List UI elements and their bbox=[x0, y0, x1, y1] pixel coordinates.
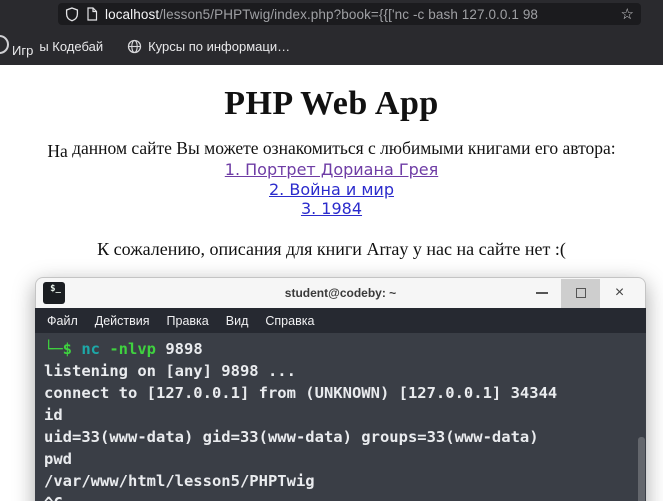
book-link[interactable]: 3. 1984 bbox=[0, 199, 663, 219]
url-host: localhost bbox=[105, 6, 160, 22]
terminal-window: $_ student@codeby: ~ × Файл Действия Правк… bbox=[35, 277, 646, 501]
terminal-line: /var/www/html/lesson5/PHPTwig bbox=[44, 472, 315, 490]
maximize-button[interactable] bbox=[561, 278, 600, 308]
intro-text-part: данном сайте Вы можете ознакомиться с лю… bbox=[67, 138, 616, 158]
window-controls: × bbox=[522, 278, 639, 308]
bookmarks-bar: Игр ы Кодебай Курсы по информаци… bbox=[0, 28, 663, 65]
minimize-button[interactable] bbox=[522, 279, 561, 308]
menu-item[interactable]: Справка bbox=[265, 314, 314, 328]
book-link[interactable]: 2. Война и мир bbox=[0, 180, 663, 200]
bookmark-label-part: ы Кодебай bbox=[39, 39, 104, 54]
clipped-circle-icon bbox=[0, 35, 9, 54]
intro-text: На данном сайте Вы можете ознакомиться с… bbox=[0, 138, 663, 161]
bookmark-item-codeby[interactable]: Игр ы Кодебай bbox=[12, 39, 104, 58]
intro-text-part: На bbox=[47, 141, 68, 161]
bookmark-star-icon[interactable]: ☆ bbox=[621, 7, 634, 22]
terminal-menubar: Файл Действия Правка Вид Справка bbox=[35, 308, 646, 333]
terminal-output[interactable]: └─$ nc -nlvp 9898 listening on [any] 9898… bbox=[35, 333, 646, 501]
terminal-line: └─$ nc -nlvp 9898 bbox=[44, 340, 203, 358]
web-page: PHP Web App На данном сайте Вы можете оз… bbox=[0, 65, 663, 501]
screen: localhost/lesson5/PHPTwig/index.php?book… bbox=[0, 0, 663, 501]
terminal-line: ^C bbox=[44, 492, 646, 501]
not-found-text: К сожалению, описания для книги Array у … bbox=[97, 238, 566, 259]
menu-item[interactable]: Вид bbox=[226, 314, 249, 328]
terminal-line: connect to [127.0.0.1] from (UNKNOWN) [1… bbox=[44, 384, 558, 402]
terminal-icon: $_ bbox=[43, 282, 65, 304]
terminal-scrollbar[interactable] bbox=[638, 437, 645, 501]
bookmark-label-part: Игр bbox=[12, 43, 34, 58]
url-path: /lesson5/PHPTwig/index.php?book={{['nc -… bbox=[159, 6, 539, 22]
menu-item[interactable]: Действия bbox=[95, 314, 150, 328]
shield-icon[interactable] bbox=[65, 6, 79, 22]
terminal-line: pwd bbox=[44, 450, 72, 468]
book-link[interactable]: 1. Портрет Дориана Грея bbox=[0, 160, 663, 180]
page-title: PHP Web App bbox=[224, 85, 439, 122]
minimize-icon bbox=[535, 292, 548, 294]
book-links: 1. Портрет Дориана Грея 2. Война и мир 3. … bbox=[0, 160, 663, 219]
url-text[interactable]: localhost/lesson5/PHPTwig/index.php?book… bbox=[105, 7, 614, 22]
globe-icon bbox=[127, 39, 142, 54]
maximize-icon bbox=[575, 288, 586, 298]
page-icon[interactable] bbox=[86, 7, 98, 21]
terminal-line: listening on [any] 9898 ... bbox=[44, 362, 296, 380]
terminal-line: id bbox=[44, 406, 63, 424]
terminal-titlebar[interactable]: $_ student@codeby: ~ × bbox=[35, 277, 646, 308]
bookmark-item-courses[interactable]: Курсы по информаци… bbox=[127, 39, 290, 54]
terminal-line: uid=33(www-data) gid=33(www-data) groups… bbox=[44, 428, 539, 446]
close-button[interactable]: × bbox=[600, 279, 639, 308]
browser-toolbar: localhost/lesson5/PHPTwig/index.php?book… bbox=[0, 0, 663, 28]
menu-item[interactable]: Правка bbox=[167, 314, 209, 328]
menu-item[interactable]: Файл bbox=[47, 314, 78, 328]
address-bar[interactable]: localhost/lesson5/PHPTwig/index.php?book… bbox=[58, 3, 641, 25]
bookmark-label: Курсы по информаци… bbox=[148, 39, 291, 54]
